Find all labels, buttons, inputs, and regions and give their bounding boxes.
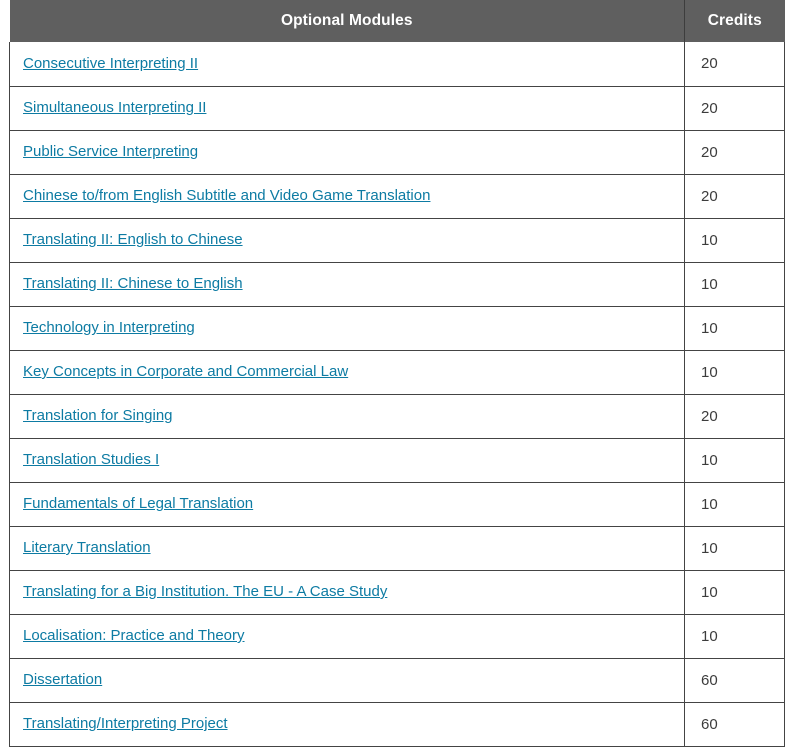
column-header-credits: Credits	[684, 0, 785, 42]
module-link[interactable]: Fundamentals of Legal Translation	[23, 495, 253, 512]
module-name-cell: Simultaneous Interpreting II	[9, 85, 685, 131]
module-name-cell: Fundamentals of Legal Translation	[9, 481, 685, 527]
credits-value-cell: 20	[684, 393, 785, 439]
credits-value-cell: 10	[684, 613, 785, 659]
module-link[interactable]: Chinese to/from English Subtitle and Vid…	[23, 187, 430, 204]
module-name-cell: Chinese to/from English Subtitle and Vid…	[9, 173, 685, 219]
module-name-cell: Dissertation	[9, 657, 685, 703]
module-link[interactable]: Dissertation	[23, 671, 102, 688]
module-name-cell: Translation for Singing	[9, 393, 685, 439]
table-row: Translating II: English to Chinese 10	[9, 217, 785, 263]
credits-value-cell: 10	[684, 525, 785, 571]
credits-value-cell: 10	[684, 305, 785, 351]
table-row: Consecutive Interpreting II 20	[9, 42, 785, 87]
module-name-cell: Translating for a Big Institution. The E…	[9, 569, 685, 615]
module-link[interactable]: Technology in Interpreting	[23, 319, 195, 336]
table-row: Literary Translation 10	[9, 525, 785, 571]
credits-value-cell: 10	[684, 437, 785, 483]
module-link[interactable]: Key Concepts in Corporate and Commercial…	[23, 363, 348, 380]
module-link[interactable]: Literary Translation	[23, 539, 151, 556]
modules-table-container: Optional Modules Credits Consecutive Int…	[0, 0, 792, 747]
table-row: Technology in Interpreting 10	[9, 305, 785, 351]
column-header-optional-modules: Optional Modules	[9, 0, 685, 42]
table-row: Key Concepts in Corporate and Commercial…	[9, 349, 785, 395]
module-link[interactable]: Translating II: Chinese to English	[23, 275, 243, 292]
module-link[interactable]: Simultaneous Interpreting II	[23, 99, 206, 116]
table-header: Optional Modules Credits	[9, 0, 785, 42]
module-name-cell: Localisation: Practice and Theory	[9, 613, 685, 659]
table-row: Translation Studies I 10	[9, 437, 785, 483]
credits-value-cell: 60	[684, 657, 785, 703]
module-link[interactable]: Translating II: English to Chinese	[23, 231, 243, 248]
credits-value-cell: 10	[684, 569, 785, 615]
optional-modules-table: Optional Modules Credits Consecutive Int…	[9, 0, 785, 747]
credits-value-cell: 20	[684, 42, 785, 87]
module-link[interactable]: Translating/Interpreting Project	[23, 715, 228, 732]
module-name-cell: Translating II: English to Chinese	[9, 217, 685, 263]
module-name-cell: Translation Studies I	[9, 437, 685, 483]
table-row: Public Service Interpreting 20	[9, 129, 785, 175]
table-row: Simultaneous Interpreting II 20	[9, 85, 785, 131]
module-name-cell: Consecutive Interpreting II	[9, 42, 685, 87]
credits-value-cell: 10	[684, 481, 785, 527]
module-name-cell: Literary Translation	[9, 525, 685, 571]
credits-value-cell: 20	[684, 85, 785, 131]
module-name-cell: Translating II: Chinese to English	[9, 261, 685, 307]
module-name-cell: Public Service Interpreting	[9, 129, 685, 175]
table-row: Translating/Interpreting Project 60	[9, 701, 785, 747]
table-row: Translating for a Big Institution. The E…	[9, 569, 785, 615]
table-row: Dissertation 60	[9, 657, 785, 703]
table-row: Chinese to/from English Subtitle and Vid…	[9, 173, 785, 219]
table-row: Fundamentals of Legal Translation 10	[9, 481, 785, 527]
module-name-cell: Key Concepts in Corporate and Commercial…	[9, 349, 685, 395]
credits-value-cell: 10	[684, 349, 785, 395]
table-row: Translation for Singing 20	[9, 393, 785, 439]
credits-value-cell: 10	[684, 261, 785, 307]
module-link[interactable]: Translation for Singing	[23, 407, 173, 424]
table-row: Localisation: Practice and Theory 10	[9, 613, 785, 659]
module-link[interactable]: Translating for a Big Institution. The E…	[23, 583, 387, 600]
module-name-cell: Technology in Interpreting	[9, 305, 685, 351]
credits-value-cell: 20	[684, 129, 785, 175]
credits-value-cell: 20	[684, 173, 785, 219]
module-link[interactable]: Translation Studies I	[23, 451, 159, 468]
table-header-row: Optional Modules Credits	[9, 0, 785, 42]
table-row: Translating II: Chinese to English 10	[9, 261, 785, 307]
module-name-cell: Translating/Interpreting Project	[9, 701, 685, 747]
module-link[interactable]: Consecutive Interpreting II	[23, 55, 198, 72]
credits-value-cell: 60	[684, 701, 785, 747]
module-link[interactable]: Localisation: Practice and Theory	[23, 627, 245, 644]
table-body: Consecutive Interpreting II 20 Simultaneou…	[9, 42, 785, 747]
credits-value-cell: 10	[684, 217, 785, 263]
module-link[interactable]: Public Service Interpreting	[23, 143, 198, 160]
